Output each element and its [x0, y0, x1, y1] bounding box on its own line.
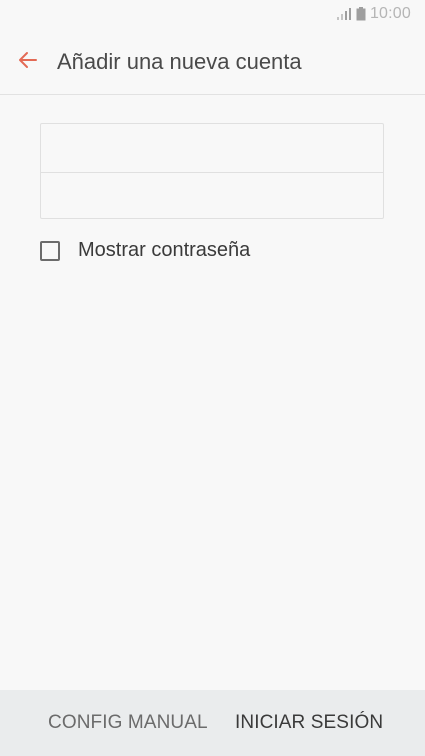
bottom-action-bar: CONFIG MANUAL INICIAR SESIÓN [0, 690, 425, 756]
show-password-checkbox[interactable] [40, 240, 60, 261]
back-button[interactable] [12, 46, 44, 78]
battery-icon [356, 7, 366, 21]
status-bar: 10:00 [0, 0, 425, 28]
manual-setup-button[interactable]: CONFIG MANUAL [48, 712, 208, 734]
login-form [40, 123, 384, 221]
signal-icon [336, 7, 352, 21]
status-time: 10:00 [369, 5, 411, 22]
show-password-label: Mostrar contraseña [78, 239, 251, 261]
sign-in-button[interactable]: INICIAR SESIÓN [235, 712, 383, 734]
status-icons: 10:00 [336, 5, 411, 23]
arrow-left-icon [16, 48, 40, 77]
page-title: Añadir una nueva cuenta [57, 49, 302, 74]
email-field[interactable] [41, 124, 383, 172]
app-bar: Añadir una nueva cuenta [0, 28, 425, 95]
show-password-toggle[interactable]: Mostrar contraseña [40, 239, 250, 262]
password-field[interactable] [41, 173, 383, 221]
